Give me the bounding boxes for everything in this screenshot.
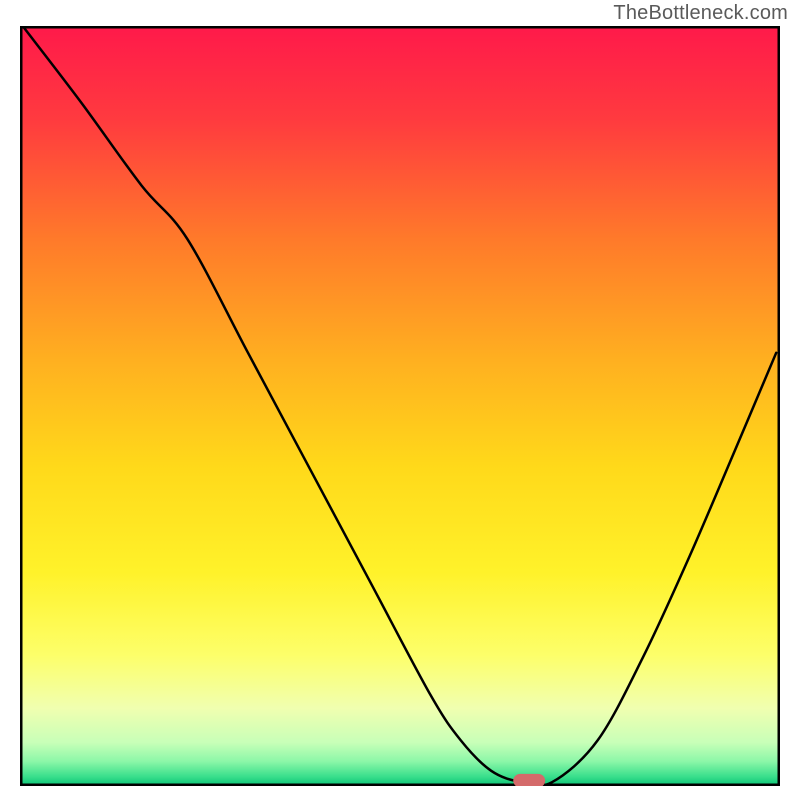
attribution-label: TheBottleneck.com: [613, 2, 788, 25]
gradient-background: [22, 28, 778, 784]
chart-container: TheBottleneck.com: [0, 0, 800, 800]
chart-svg: [20, 26, 780, 786]
plot-area: [20, 26, 780, 786]
optimal-point-marker: [513, 774, 545, 786]
